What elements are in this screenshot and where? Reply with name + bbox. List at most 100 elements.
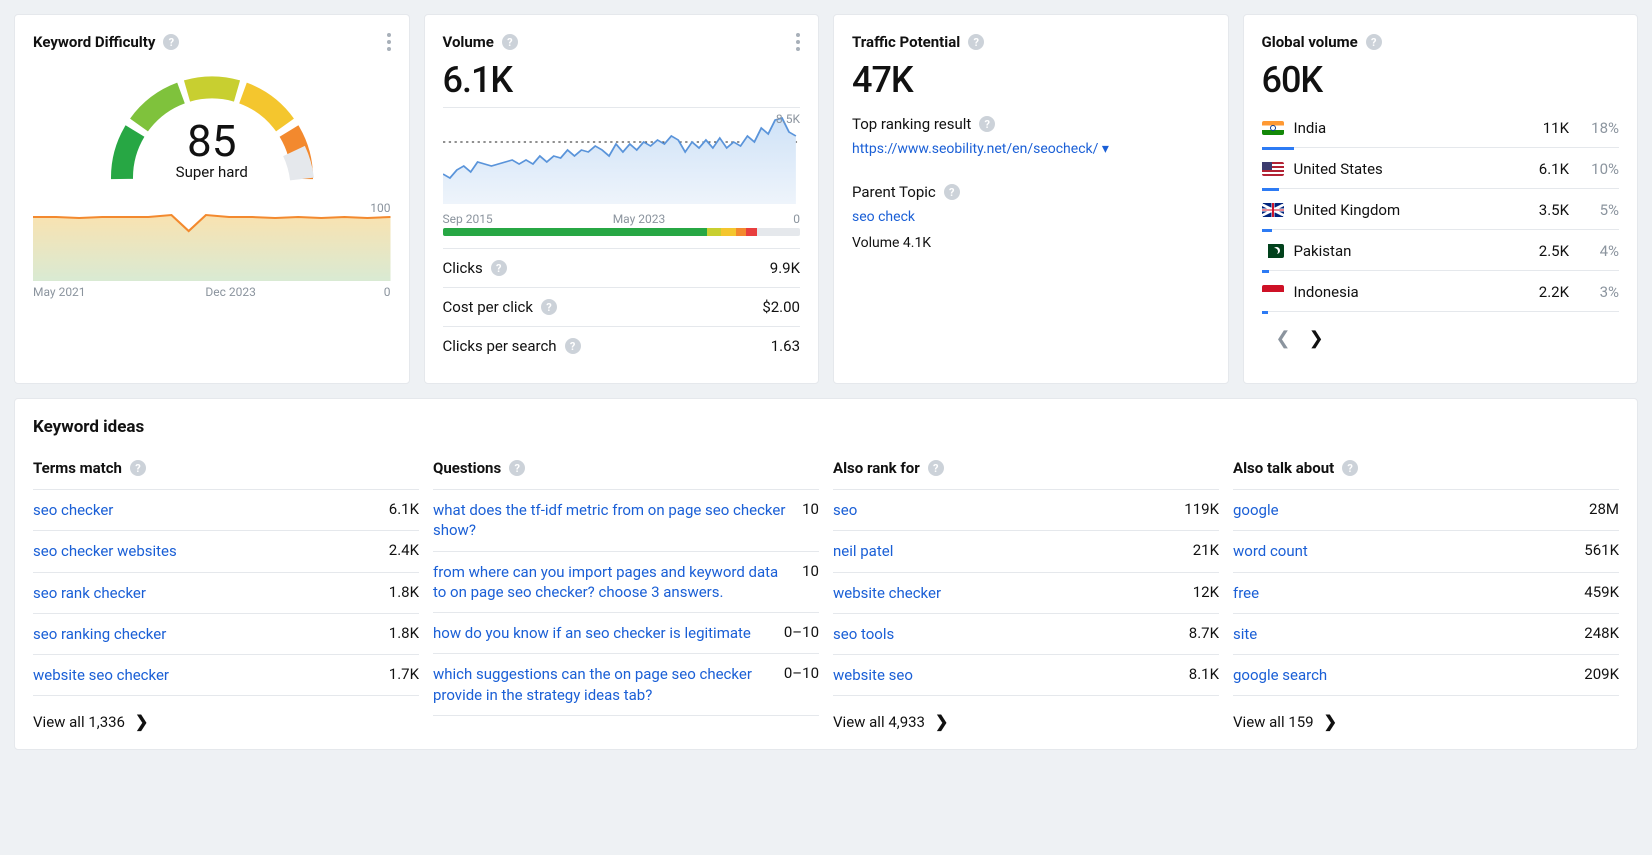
parent-topic-link[interactable]: seo check [852, 209, 915, 225]
keyword-volume: 561K [1584, 541, 1619, 559]
help-icon[interactable]: ? [130, 460, 146, 476]
keyword-link[interactable]: google [1233, 500, 1279, 520]
help-icon[interactable]: ? [163, 34, 179, 50]
keyword-volume: 0–10 [784, 623, 819, 641]
help-icon[interactable]: ? [491, 260, 507, 276]
keyword-row: how do you know if an seo checker is leg… [433, 613, 819, 654]
help-icon[interactable]: ? [979, 116, 995, 132]
country-percent: 5% [1579, 201, 1619, 219]
keyword-link[interactable]: seo tools [833, 624, 894, 644]
cpc-value: $2.00 [762, 298, 800, 316]
country-name: Indonesia [1294, 283, 1500, 301]
help-icon[interactable]: ? [509, 460, 525, 476]
keyword-link[interactable]: site [1233, 624, 1257, 644]
country-percent: 3% [1579, 283, 1619, 301]
cps-value: 1.63 [771, 337, 800, 355]
help-icon[interactable]: ? [565, 338, 581, 354]
distribution-bar [443, 228, 801, 236]
country-row[interactable]: Indonesia 2.2K 3% [1262, 273, 1620, 312]
volume-value: 6.1K [443, 59, 801, 101]
more-icon[interactable] [387, 33, 391, 51]
keyword-link[interactable]: website checker [833, 583, 941, 603]
volume-chart: 8.5K Sep 2015 May 2023 0 [443, 107, 801, 236]
keyword-volume: 6.1K [389, 500, 419, 518]
traffic-title: Traffic Potential [852, 33, 960, 51]
chevron-right-icon: ❯ [935, 712, 948, 731]
axis-max: 8.5K [776, 112, 800, 126]
keyword-row: google search 209K [1233, 655, 1619, 696]
axis-max: 100 [370, 201, 390, 215]
kd-trend-chart: 100 May 2021 Dec 2023 0 [33, 201, 391, 299]
card-global-volume: Global volume ? 60K India 11K 18% United… [1243, 14, 1639, 384]
keyword-volume: 8.7K [1189, 624, 1219, 642]
keyword-volume: 1.7K [389, 665, 419, 683]
help-icon[interactable]: ? [968, 34, 984, 50]
keyword-row: seo ranking checker 1.8K [33, 614, 419, 655]
more-icon[interactable] [796, 33, 800, 51]
keyword-link[interactable]: seo checker websites [33, 541, 177, 561]
keyword-link[interactable]: from where can you import pages and keyw… [433, 562, 788, 603]
keyword-volume: 0–10 [784, 664, 819, 682]
country-row[interactable]: Pakistan 2.5K 4% [1262, 232, 1620, 271]
help-icon[interactable]: ? [502, 34, 518, 50]
country-name: India [1294, 119, 1500, 137]
keyword-link[interactable]: neil patel [833, 541, 893, 561]
keyword-volume: 119K [1184, 500, 1219, 518]
keyword-link[interactable]: seo checker [33, 500, 113, 520]
keyword-row: website seo 8.1K [833, 655, 1219, 696]
view-all-link[interactable]: View all 159❯ [1233, 712, 1619, 731]
next-icon[interactable]: ❯ [1309, 328, 1324, 349]
keyword-link[interactable]: free [1233, 583, 1259, 603]
traffic-value: 47K [852, 59, 1210, 101]
help-icon[interactable]: ? [1366, 34, 1382, 50]
keyword-volume: 28M [1589, 500, 1619, 518]
help-icon[interactable]: ? [541, 299, 557, 315]
country-bar [1262, 311, 1268, 314]
view-all-link[interactable]: View all 1,336❯ [33, 712, 419, 731]
country-volume: 2.5K [1509, 242, 1569, 260]
chevron-right-icon: ❯ [1324, 712, 1337, 731]
parent-topic-label: Parent Topic [852, 183, 936, 201]
chevron-right-icon: ❯ [135, 712, 148, 731]
flag-icon [1262, 285, 1284, 299]
keyword-link[interactable]: seo ranking checker [33, 624, 166, 644]
keyword-row: seo rank checker 1.8K [33, 573, 419, 614]
flag-icon [1262, 162, 1284, 176]
prev-icon[interactable]: ❮ [1276, 328, 1291, 349]
ideas-col-title: Also rank for? [833, 459, 1219, 490]
axis-start: Sep 2015 [443, 212, 493, 226]
keyword-link[interactable]: website seo [833, 665, 913, 685]
country-row[interactable]: United Kingdom 3.5K 5% [1262, 191, 1620, 230]
cps-label: Clicks per search [443, 337, 557, 355]
keyword-link[interactable]: google search [1233, 665, 1327, 685]
chevron-down-icon: ▾ [1102, 141, 1109, 157]
keyword-row: seo tools 8.7K [833, 614, 1219, 655]
keyword-volume: 248K [1584, 624, 1619, 642]
keyword-link[interactable]: seo rank checker [33, 583, 146, 603]
top-ranking-link[interactable]: https://www.seobility.net/en/seocheck/ ▾ [852, 141, 1109, 157]
keyword-link[interactable]: how do you know if an seo checker is leg… [433, 623, 751, 643]
keyword-link[interactable]: which suggestions can the on page seo ch… [433, 664, 770, 705]
parent-topic-volume: Volume 4.1K [852, 235, 1210, 251]
help-icon[interactable]: ? [944, 184, 960, 200]
keyword-link[interactable]: website seo checker [33, 665, 169, 685]
keyword-link[interactable]: seo [833, 500, 857, 520]
country-row[interactable]: India 11K 18% [1262, 109, 1620, 148]
keyword-link[interactable]: word count [1233, 541, 1308, 561]
kd-value: 85 [176, 115, 248, 167]
ideas-title: Keyword ideas [33, 417, 1619, 437]
keyword-row: seo checker websites 2.4K [33, 531, 419, 572]
keyword-row: website seo checker 1.7K [33, 655, 419, 696]
axis-end: May 2023 [613, 212, 666, 226]
country-volume: 3.5K [1509, 201, 1569, 219]
keyword-volume: 1.8K [389, 624, 419, 642]
help-icon[interactable]: ? [1342, 460, 1358, 476]
flag-icon [1262, 121, 1284, 135]
view-all-link[interactable]: View all 4,933❯ [833, 712, 1219, 731]
keyword-volume: 10 [802, 562, 819, 580]
help-icon[interactable]: ? [928, 460, 944, 476]
keyword-row: google 28M [1233, 490, 1619, 531]
keyword-link[interactable]: what does the tf-idf metric from on page… [433, 500, 788, 541]
country-row[interactable]: United States 6.1K 10% [1262, 150, 1620, 189]
kd-gauge: 85 Super hard [33, 59, 391, 181]
